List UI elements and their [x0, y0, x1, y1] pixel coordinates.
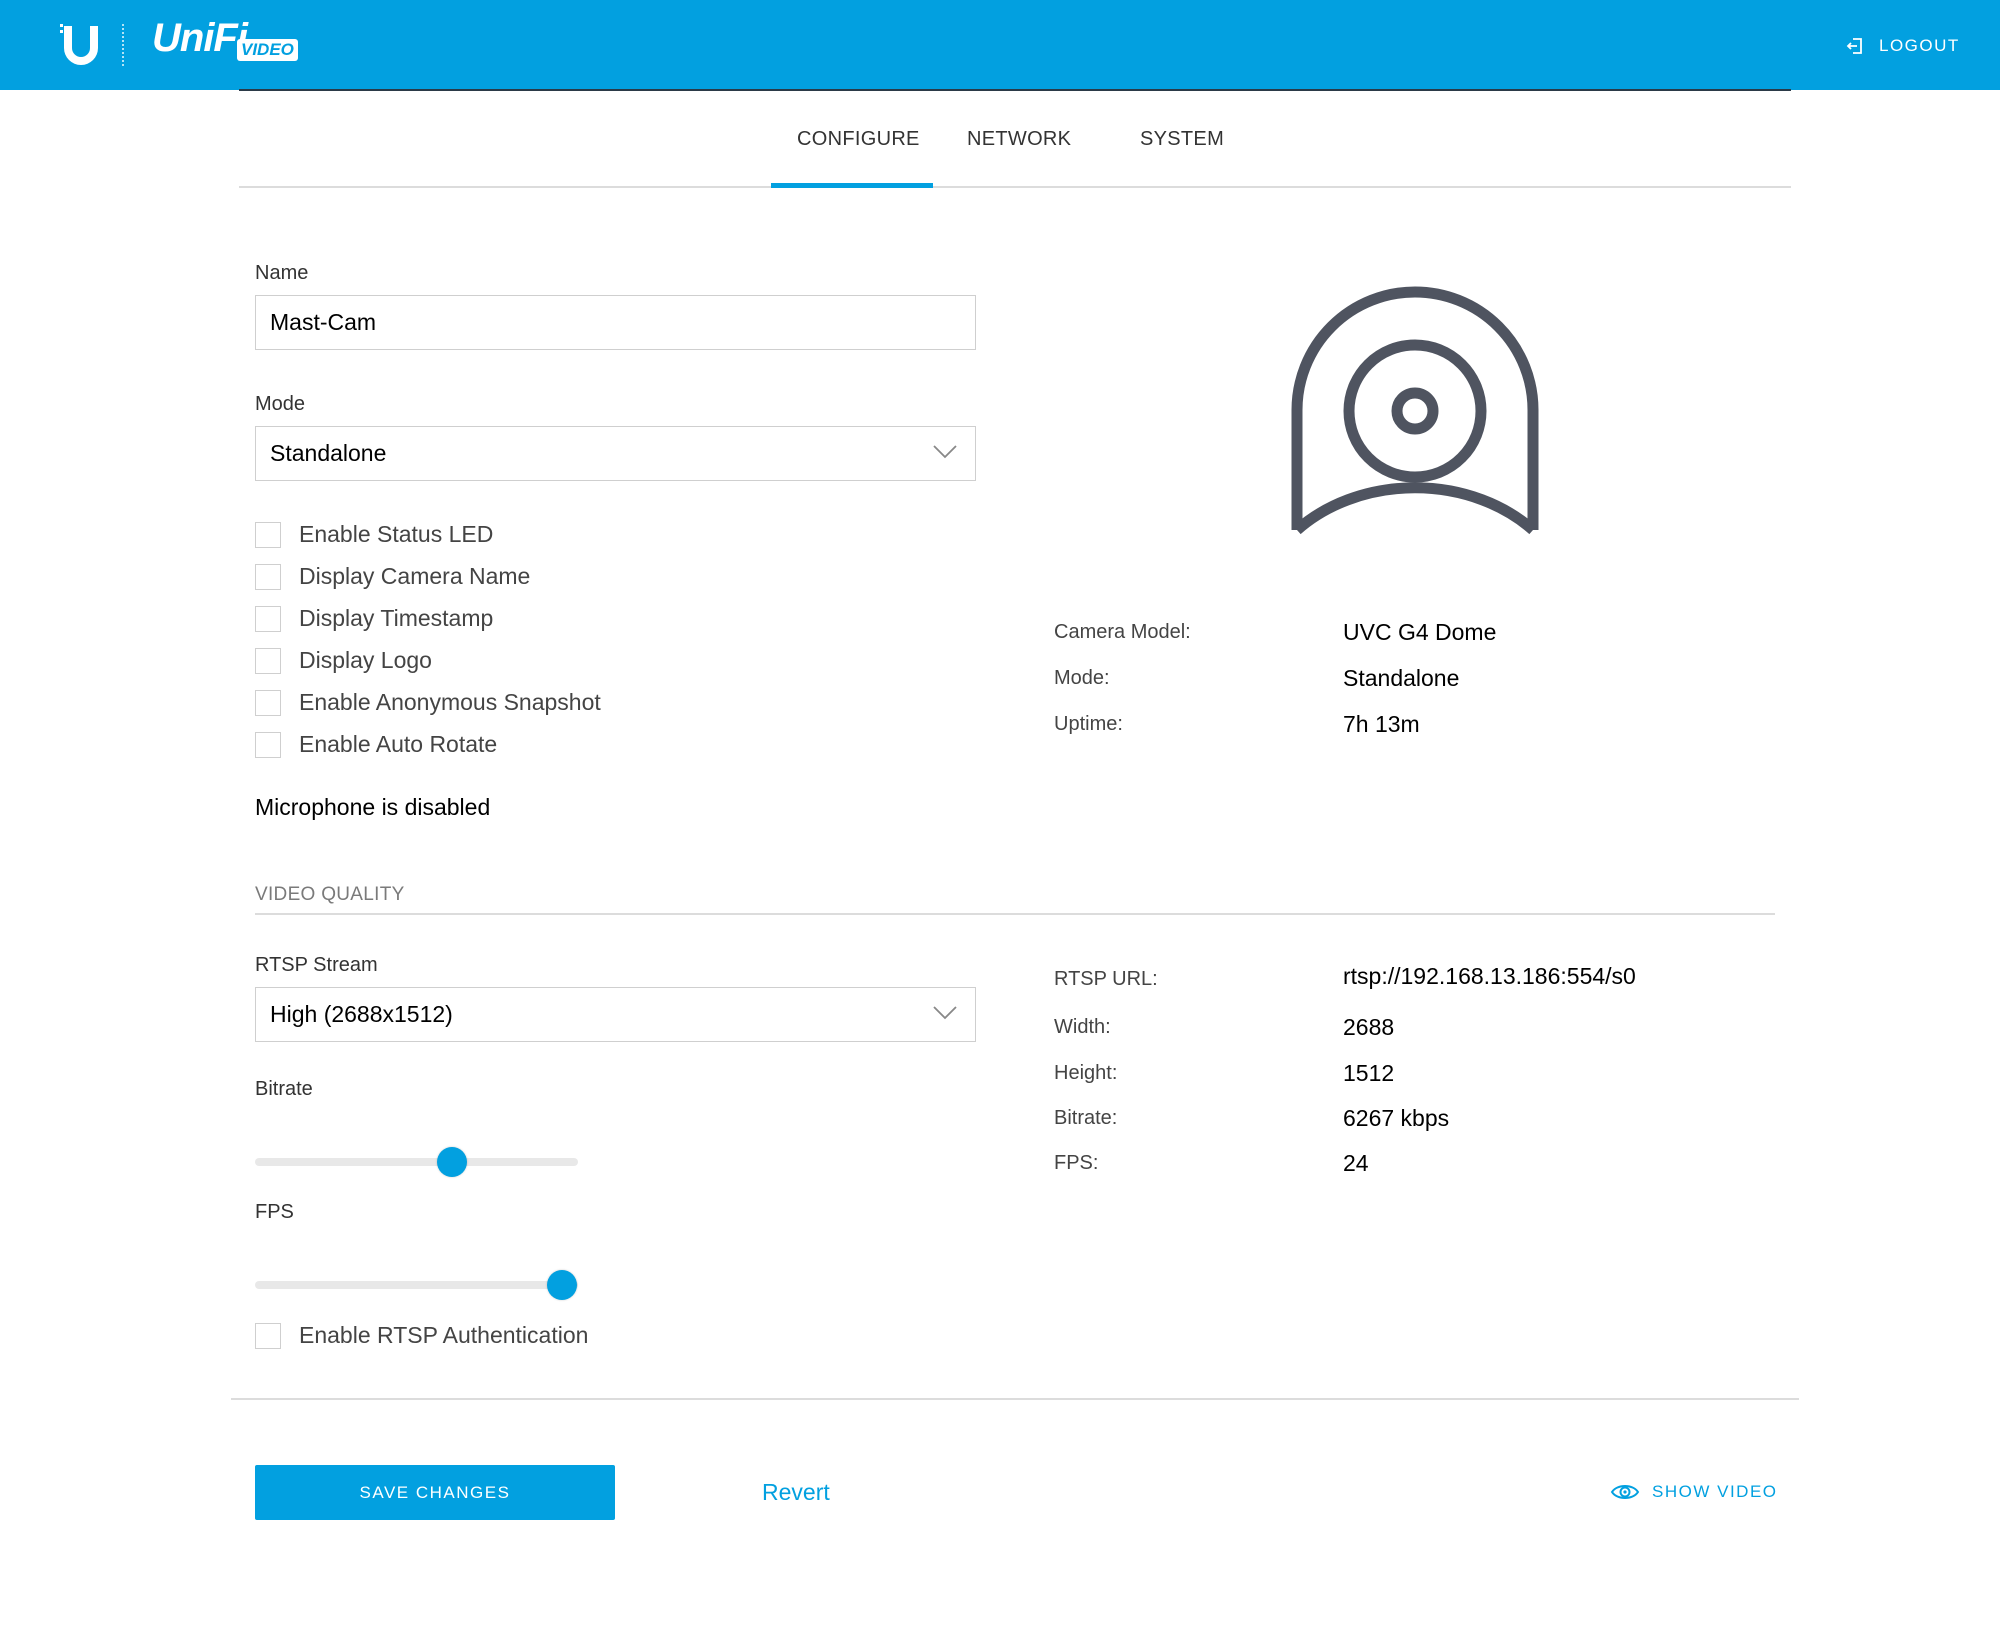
checkbox-box[interactable]: [255, 605, 281, 632]
checkbox-label: Enable RTSP Authentication: [299, 1322, 589, 1348]
stream-bitrate-label: Bitrate:: [1054, 1107, 1118, 1129]
checkbox-enable-auto-rotate[interactable]: Enable Auto Rotate: [255, 731, 497, 758]
stream-fps-value: 24: [1343, 1150, 1369, 1176]
rtsp-stream-label: RTSP Stream: [255, 954, 378, 976]
logout-icon: [1846, 38, 1862, 54]
tab-configure[interactable]: CONFIGURE: [797, 128, 920, 151]
uptime-value: 7h 13m: [1343, 711, 1420, 737]
checkbox-enable-status-led[interactable]: Enable Status LED: [255, 521, 493, 548]
bitrate-slider-track[interactable]: [255, 1147, 578, 1177]
footer-divider: [231, 1398, 1799, 1400]
uptime-label: Uptime:: [1054, 713, 1123, 735]
top-bar: [0, 0, 2000, 90]
checkbox-box[interactable]: [255, 647, 281, 674]
tab-network[interactable]: NETWORK: [967, 128, 1071, 151]
mode-select-value: Standalone: [270, 440, 387, 466]
mode-label: Mode: [255, 393, 306, 415]
bitrate-slider-thumb[interactable]: [437, 1147, 468, 1177]
checkbox-label: Enable Auto Rotate: [299, 731, 498, 757]
chevron-down-icon: [933, 1006, 957, 1020]
checkbox-display-camera-name[interactable]: Display Camera Name: [255, 563, 530, 590]
rtsp-stream-select[interactable]: High (2688x1512): [255, 987, 976, 1042]
checkbox-enable-anonymous-snapshot[interactable]: Enable Anonymous Snapshot: [255, 689, 601, 716]
show-video-button[interactable]: SHOW VIDEO: [1610, 1481, 1778, 1503]
logout-button[interactable]: LOGOUT: [1845, 30, 1960, 62]
video-quality-divider: [255, 913, 1775, 915]
checkbox-box[interactable]: [255, 563, 281, 590]
rtsp-url-label: RTSP URL:: [1054, 968, 1158, 990]
checkbox-box[interactable]: [255, 689, 281, 716]
tab-system[interactable]: SYSTEM: [1140, 128, 1224, 151]
width-label: Width:: [1054, 1016, 1111, 1038]
microphone-status: Microphone is disabled: [255, 794, 491, 820]
ubiquiti-logo-icon[interactable]: [58, 22, 104, 68]
fps-label: FPS: [255, 1201, 294, 1223]
rtsp-stream-select-value: High (2688x1512): [270, 1001, 453, 1027]
active-tab-indicator: [771, 183, 933, 188]
camera-model-label: Camera Model:: [1054, 621, 1191, 643]
checkbox-enable-rtsp-authentication[interactable]: Enable RTSP Authentication: [255, 1322, 588, 1349]
checkbox-display-timestamp[interactable]: Display Timestamp: [255, 605, 493, 632]
tabs-divider: [239, 186, 1791, 188]
checkbox-label: Display Timestamp: [299, 605, 494, 631]
name-input[interactable]: Mast-Cam: [255, 295, 976, 350]
camera-model-value: UVC G4 Dome: [1343, 619, 1497, 645]
fps-slider-track[interactable]: [255, 1270, 578, 1300]
camera-dome-icon: [1291, 286, 1539, 535]
rtsp-url-value[interactable]: rtsp://192.168.13.186:554/s0: [1343, 963, 1636, 990]
camera-mode-label: Mode:: [1054, 667, 1110, 689]
fps-slider-thumb[interactable]: [546, 1270, 577, 1300]
checkbox-label: Enable Anonymous Snapshot: [299, 689, 601, 715]
stream-fps-label: FPS:: [1054, 1152, 1099, 1174]
header-divider: [239, 89, 1791, 91]
brand-name[interactable]: UniFi: [152, 16, 248, 61]
checkbox-box[interactable]: [255, 521, 281, 548]
save-changes-button[interactable]: SAVE CHANGES: [255, 1465, 615, 1520]
mode-select[interactable]: Standalone: [255, 426, 976, 481]
checkbox-box[interactable]: [255, 731, 281, 758]
name-label: Name: [255, 262, 309, 284]
checkbox-display-logo[interactable]: Display Logo: [255, 647, 432, 674]
logo-separator: [122, 24, 124, 66]
video-quality-heading: VIDEO QUALITY: [255, 884, 405, 905]
bitrate-label: Bitrate: [255, 1078, 313, 1100]
checkbox-label: Display Camera Name: [299, 563, 531, 589]
chevron-down-icon: [933, 445, 957, 459]
stream-bitrate-value: 6267 kbps: [1343, 1105, 1450, 1131]
checkbox-box[interactable]: [255, 1322, 281, 1349]
width-value: 2688: [1343, 1014, 1395, 1040]
checkbox-label: Display Logo: [299, 647, 432, 673]
brand-badge: VIDEO: [237, 39, 298, 61]
checkbox-label: Enable Status LED: [299, 521, 494, 547]
logout-label: LOGOUT: [1879, 36, 1960, 55]
height-value: 1512: [1343, 1060, 1395, 1086]
eye-icon: [1610, 1485, 1640, 1499]
name-input-value: Mast-Cam: [270, 309, 377, 335]
height-label: Height:: [1054, 1062, 1118, 1084]
camera-mode-value: Standalone: [1343, 665, 1460, 691]
revert-link[interactable]: Revert: [762, 1479, 830, 1506]
show-video-label: SHOW VIDEO: [1652, 1482, 1778, 1501]
